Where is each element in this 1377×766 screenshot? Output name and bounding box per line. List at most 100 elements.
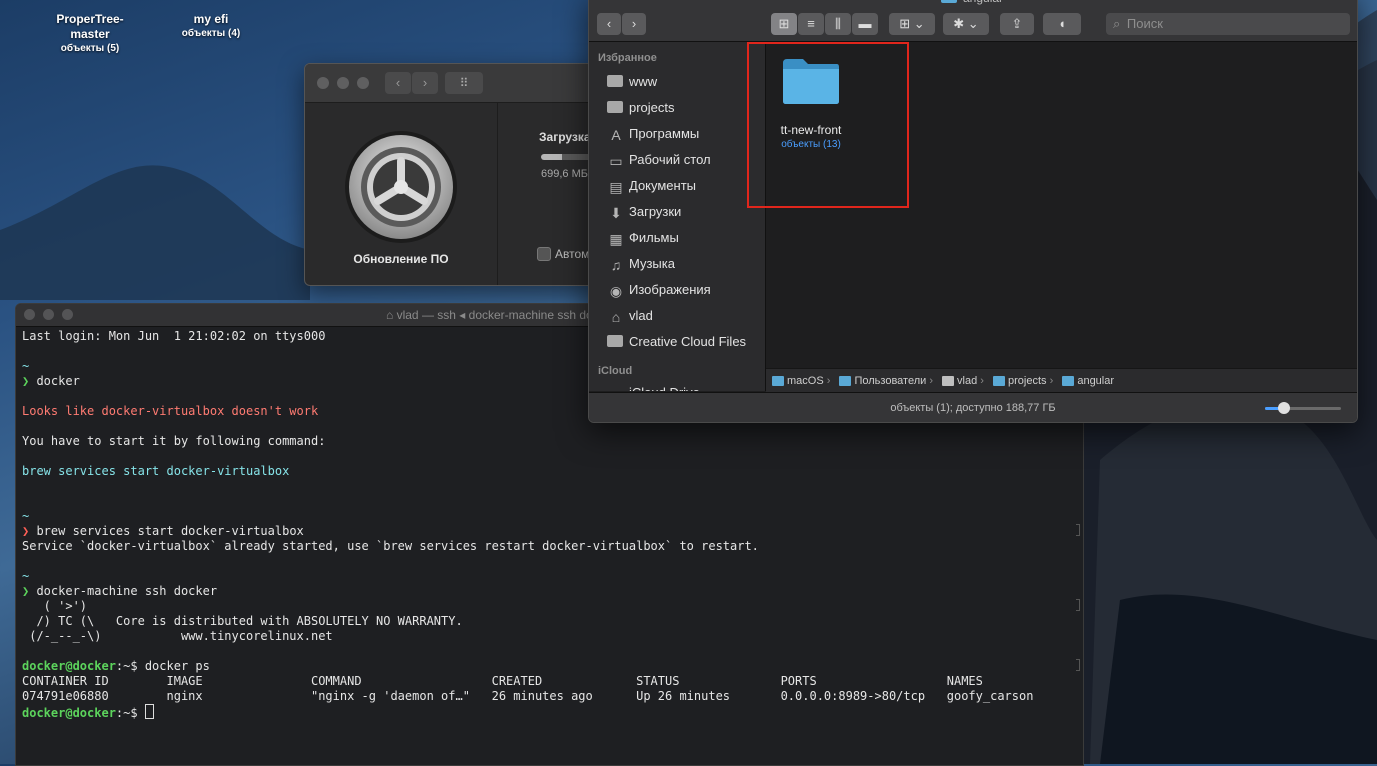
share-button[interactable]: ⇪ (1000, 13, 1034, 35)
terminal-text: ( '>') (22, 599, 88, 613)
terminal-text: Service `docker-virtualbox` already star… (22, 539, 759, 553)
path-segment-label: Пользователи (854, 375, 927, 388)
terminal-text: :~$ (115, 706, 145, 720)
home-icon: ⌂ (386, 308, 397, 322)
terminal-text: (/-_--_-\) www.tinycorelinux.net (22, 629, 333, 643)
terminal-text: docker (29, 374, 80, 388)
gear-icon (345, 131, 457, 243)
zoom-button[interactable] (62, 309, 73, 320)
terminal-line: ~ (22, 569, 1063, 584)
terminal-text: docker@docker (22, 659, 116, 673)
sidebar-item[interactable]: Creative Cloud Files (607, 331, 763, 353)
mark-indicator (1076, 524, 1080, 536)
close-button[interactable] (317, 77, 329, 89)
desktop-item-propertree[interactable]: ProperTree- master объекты (5) (40, 12, 140, 55)
sidebar-item[interactable]: A Программы (607, 123, 763, 145)
download-status-title: Загрузка (539, 130, 591, 144)
path-segment[interactable]: macOS (766, 375, 824, 387)
terminal-text: Last login: Mon Jun 1 21:02:02 on ttys00… (22, 329, 326, 343)
sidebar-item[interactable]: projects (607, 97, 763, 119)
folder-icon (607, 335, 623, 347)
path-segment[interactable]: angular (1056, 375, 1114, 387)
terminal-title-text: vlad — ssh ◂ docker-machine ssh docker (396, 308, 616, 322)
download-size: 699,6 МБ (541, 168, 588, 180)
column-view-button[interactable]: ⫼ (825, 13, 851, 35)
icon-size-slider[interactable] (1265, 402, 1341, 414)
sidebar-item[interactable]: ⌂ vlad (607, 305, 763, 327)
terminal-line: Service `docker-virtualbox` already star… (22, 539, 1063, 554)
disk-icon (772, 376, 784, 387)
folder-icon (1062, 376, 1075, 387)
path-segment[interactable]: vlad (936, 375, 977, 387)
terminal-text: :~$ docker ps (115, 659, 210, 673)
action-button[interactable]: ✱ ⌄ (943, 13, 989, 35)
terminal-line: docker@docker:~$ docker ps (22, 659, 1063, 674)
forward-button[interactable]: › (622, 13, 646, 35)
search-field[interactable]: ⌕ Поиск (1106, 13, 1350, 35)
sidebar-item[interactable]: www (607, 71, 763, 93)
show-all-button[interactable]: ⠿ (445, 72, 483, 94)
gallery-view-icon: ▬ (858, 16, 872, 31)
software-update-titlebar: ‹ › ⠿ (305, 64, 605, 103)
minimize-button[interactable] (43, 309, 54, 320)
camera-icon: ◉ (609, 283, 623, 299)
sidebar-item[interactable]: ☁ iCloud Drive (607, 382, 763, 391)
forward-button[interactable]: › (412, 72, 438, 94)
chevron-left-icon: ‹ (395, 75, 401, 90)
path-segment[interactable]: Пользователи (833, 375, 926, 387)
back-button[interactable]: ‹ (597, 13, 621, 35)
window-title: angular (941, 0, 1003, 5)
list-view-icon: ≡ (807, 16, 815, 31)
terminal-line: (/-_--_-\) www.tinycorelinux.net (22, 629, 1063, 644)
path-bar: macOS › Пользователи › vlad › projects ›… (766, 368, 1357, 393)
slider-knob[interactable] (1278, 402, 1290, 414)
finder-window: angular ‹ › ⊞ ≡ ⫼ ▬ ⊞ ⌄ ✱ ⌄ ⇪ ◖ ⌕ Поиск … (588, 0, 1358, 423)
terminal-text: docker-machine ssh docker (29, 584, 218, 598)
group-button[interactable]: ⊞ ⌄ (889, 13, 935, 35)
terminal-line: /) TC (\ Core is distributed with ABSOLU… (22, 614, 1063, 629)
close-button[interactable] (24, 309, 35, 320)
terminal-title: ⌂ vlad — ssh ◂ docker-machine ssh docker (386, 308, 615, 322)
sidebar-item[interactable]: ▦ Фильмы (607, 227, 763, 249)
sidebar-section-favorites: Избранное (598, 52, 657, 64)
sidebar-item-label: projects (629, 100, 675, 115)
icon-view-icon: ⊞ (778, 16, 790, 31)
path-segment-label: projects (1008, 375, 1047, 388)
sidebar-item[interactable]: ▭ Рабочий стол (607, 149, 763, 171)
sidebar-item[interactable]: ▤ Документы (607, 175, 763, 197)
sidebar-item[interactable]: ♫ Музыка (607, 253, 763, 275)
sidebar-item-label: Изображения (629, 282, 711, 297)
terminal-line: docker@docker:~$ (22, 704, 1063, 720)
chevron-right-icon: › (977, 375, 988, 388)
mark-indicator (1076, 659, 1080, 671)
tags-button[interactable]: ◖ (1043, 13, 1081, 35)
applications-icon: A (611, 127, 621, 143)
desktop-item-my-efi[interactable]: my efi объекты (4) (171, 12, 251, 40)
list-view-button[interactable]: ≡ (798, 13, 824, 35)
sidebar-item-label: Документы (629, 178, 697, 193)
sidebar-item[interactable]: ◉ Изображения (607, 279, 763, 301)
terminal-text: brew services start docker-virtualbox (22, 464, 290, 478)
column-view-icon: ⫼ (835, 16, 841, 31)
music-icon: ♫ (610, 257, 622, 273)
path-segment[interactable]: projects (987, 375, 1047, 387)
sidebar-item[interactable]: ⬇ Загрузки (607, 201, 763, 223)
home-icon (942, 376, 955, 387)
cloud-icon: ☁ (607, 387, 625, 391)
status-text: объекты (1); доступно 188,77 ГБ (890, 402, 1056, 414)
auto-update-checkbox[interactable] (537, 247, 551, 261)
back-button[interactable]: ‹ (385, 72, 411, 94)
path-segment-label: vlad (957, 375, 978, 388)
chevron-right-icon: › (926, 375, 937, 388)
gallery-view-button[interactable]: ▬ (852, 13, 878, 35)
zoom-button[interactable] (357, 77, 369, 89)
sidebar-item-label: Creative Cloud Files (629, 334, 747, 349)
desktop-item-title: my efi (193, 12, 229, 26)
terminal-text: ~ (22, 359, 30, 373)
minimize-button[interactable] (337, 77, 349, 89)
icon-view-button[interactable]: ⊞ (771, 13, 797, 35)
software-update-window: ‹ › ⠿ Обновление ПО Загрузка 699,6 МБ Ав… (304, 63, 606, 286)
terminal-line: ( '>') (22, 599, 1063, 614)
